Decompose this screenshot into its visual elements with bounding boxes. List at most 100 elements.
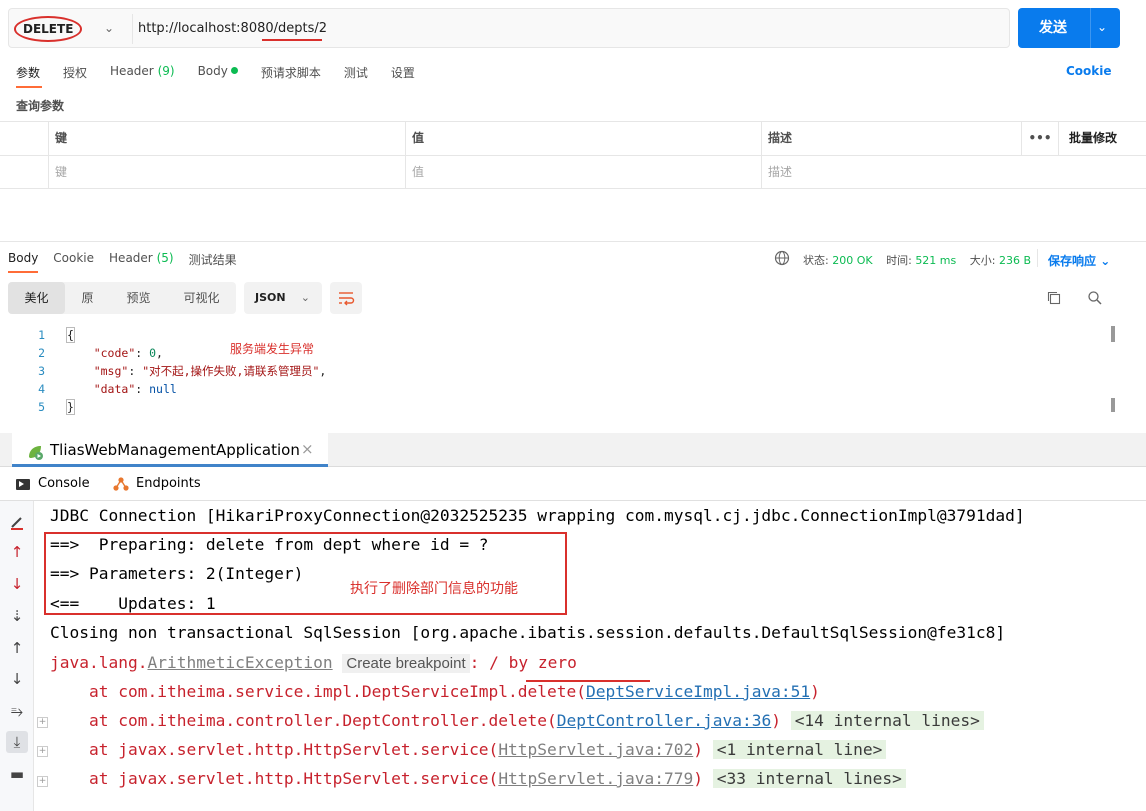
- exception-message: : / by zero: [469, 653, 577, 672]
- line-number: 5: [38, 400, 45, 414]
- tab-auth[interactable]: 授权: [63, 64, 87, 84]
- fold-icon[interactable]: +: [37, 776, 48, 787]
- chevron-down-icon: ⌄: [1100, 254, 1111, 268]
- scrollbar[interactable]: [1111, 326, 1115, 412]
- internal-lines-toggle[interactable]: <14 internal lines>: [790, 711, 984, 730]
- arrow-up-icon[interactable]: ↑: [6, 541, 28, 563]
- more-options-icon[interactable]: •••: [1021, 122, 1058, 155]
- stack-frame: at com.itheima.controller.DeptController…: [50, 706, 984, 735]
- description-input[interactable]: 描述: [761, 156, 1021, 189]
- close-icon[interactable]: ×: [301, 440, 314, 458]
- scrollbar-thumb[interactable]: [1111, 326, 1115, 342]
- wrap-lines-icon: [339, 292, 355, 306]
- clear-pen-icon[interactable]: [6, 511, 28, 533]
- chevron-down-icon[interactable]: ⌄: [1097, 20, 1107, 34]
- exception-class-link[interactable]: ArithmeticException: [147, 653, 332, 672]
- format-select[interactable]: JSON ⌄: [244, 282, 322, 314]
- tab-body[interactable]: Body: [198, 64, 238, 84]
- view-pretty-button[interactable]: 美化: [8, 282, 65, 314]
- size-value[interactable]: 236 B: [999, 254, 1031, 267]
- source-link[interactable]: HttpServlet.java:779: [498, 769, 693, 788]
- time-value[interactable]: 521 ms: [915, 254, 956, 267]
- divider: [1090, 8, 1091, 48]
- json-key: "data": [93, 382, 136, 396]
- format-value: JSON: [255, 291, 286, 304]
- value-input[interactable]: 值: [405, 156, 761, 189]
- json-comma: ,: [319, 364, 327, 378]
- scrollbar-thumb[interactable]: [1111, 398, 1115, 412]
- wrap-lines-button[interactable]: [330, 282, 362, 314]
- fold-icon[interactable]: +: [37, 746, 48, 757]
- code-text: "data": null: [93, 382, 177, 396]
- tab-console[interactable]: Console: [38, 476, 90, 491]
- search-icon[interactable]: [1087, 290, 1103, 306]
- code-line: 3 "msg": "对不起,操作失败,请联系管理员",: [0, 362, 1120, 380]
- active-tab-indicator: [8, 271, 38, 273]
- code-text: {: [66, 326, 75, 344]
- json-key: "code": [93, 346, 136, 360]
- key-input[interactable]: 键: [48, 156, 405, 189]
- print-icon[interactable]: ▬: [6, 763, 28, 785]
- console-icon: [16, 479, 30, 490]
- line-number: 2: [38, 346, 45, 360]
- up-icon[interactable]: ↑: [6, 637, 28, 659]
- source-link[interactable]: HttpServlet.java:702: [498, 740, 693, 759]
- send-label: 发送: [1039, 20, 1067, 36]
- globe-icon[interactable]: [774, 250, 790, 266]
- request-tabs: 参数 授权 Header (9) Body 预请求脚本 测试 设置: [16, 64, 438, 84]
- tab-headers[interactable]: Header (9): [110, 64, 175, 84]
- view-raw-button[interactable]: 原: [65, 282, 110, 314]
- tab-tests[interactable]: 测试: [344, 64, 368, 84]
- code-line: 5 }: [0, 398, 1120, 416]
- tab-response-body[interactable]: Body: [8, 251, 38, 268]
- url-bar: DELETE ⌄ http://localhost:8080/depts/2: [8, 8, 1010, 48]
- internal-lines-toggle[interactable]: <33 internal lines>: [712, 769, 906, 788]
- stack-frame-text: at javax.servlet.http.HttpServlet.servic…: [50, 740, 499, 759]
- table-row: 键 值 描述: [0, 155, 1146, 189]
- annotation-box: [44, 532, 567, 615]
- scroll-to-end-icon[interactable]: ⤓: [6, 731, 28, 753]
- source-link[interactable]: DeptServiceImpl.java:51: [586, 682, 810, 701]
- sort-icon[interactable]: ⇣: [6, 605, 28, 627]
- response-body-viewer: 1 { 2 "code": 0, 3 "msg": "对不起,操作失败,请联系管…: [0, 326, 1120, 416]
- method-select[interactable]: DELETE: [14, 16, 83, 42]
- cookie-link[interactable]: Cookie: [1066, 64, 1112, 78]
- tab-settings[interactable]: 设置: [391, 64, 415, 84]
- send-button[interactable]: 发送 ⌄: [1018, 8, 1120, 48]
- status-value[interactable]: 200 OK: [832, 254, 872, 267]
- tab-test-results[interactable]: 测试结果: [189, 251, 237, 268]
- chevron-down-icon[interactable]: ⌄: [104, 21, 114, 35]
- view-visualize-button[interactable]: 可视化: [167, 282, 236, 314]
- bulk-edit-button[interactable]: 批量修改: [1058, 122, 1146, 155]
- soft-wrap-icon[interactable]: ⥱: [6, 700, 28, 722]
- internal-lines-toggle[interactable]: <1 internal line>: [712, 740, 887, 759]
- run-tab[interactable]: TliasWebManagementApplication ×: [12, 433, 328, 467]
- response-tabs: Body Cookie Header (5) 测试结果: [8, 251, 252, 268]
- view-preview-button[interactable]: 预览: [110, 282, 167, 314]
- json-brace: }: [66, 399, 75, 415]
- close-paren: ): [771, 711, 781, 730]
- tab-body-label: Body: [197, 64, 228, 78]
- json-value: "对不起,操作失败,请联系管理员": [142, 364, 320, 378]
- chevron-down-icon: ⌄: [300, 291, 310, 304]
- stack-frame-text: at com.itheima.service.impl.DeptServiceI…: [50, 682, 587, 701]
- table-header-row: 键 值 描述 ••• 批量修改: [0, 121, 1146, 155]
- status-label: 状态:: [803, 254, 829, 267]
- size-label: 大小:: [969, 254, 996, 267]
- down-icon[interactable]: ↓: [6, 668, 28, 690]
- fold-icon[interactable]: +: [37, 717, 48, 728]
- save-response-button[interactable]: 保存响应 ⌄: [1048, 252, 1110, 269]
- source-link[interactable]: DeptController.java:36: [557, 711, 771, 730]
- create-breakpoint-button[interactable]: Create breakpoint: [342, 654, 470, 673]
- arrow-down-icon[interactable]: ↓: [6, 573, 28, 595]
- tab-prerequest[interactable]: 预请求脚本: [261, 64, 321, 84]
- url-input[interactable]: http://localhost:8080/depts/2: [138, 21, 327, 36]
- tab-params[interactable]: 参数: [16, 64, 40, 84]
- console-tab-bar: Console Endpoints: [0, 467, 1146, 501]
- json-value: 0: [149, 346, 157, 360]
- active-tab-indicator: [16, 86, 42, 88]
- tab-response-headers[interactable]: Header (5): [109, 251, 174, 268]
- tab-response-cookie[interactable]: Cookie: [53, 251, 94, 268]
- copy-icon[interactable]: [1046, 290, 1062, 306]
- tab-endpoints[interactable]: Endpoints: [136, 476, 201, 491]
